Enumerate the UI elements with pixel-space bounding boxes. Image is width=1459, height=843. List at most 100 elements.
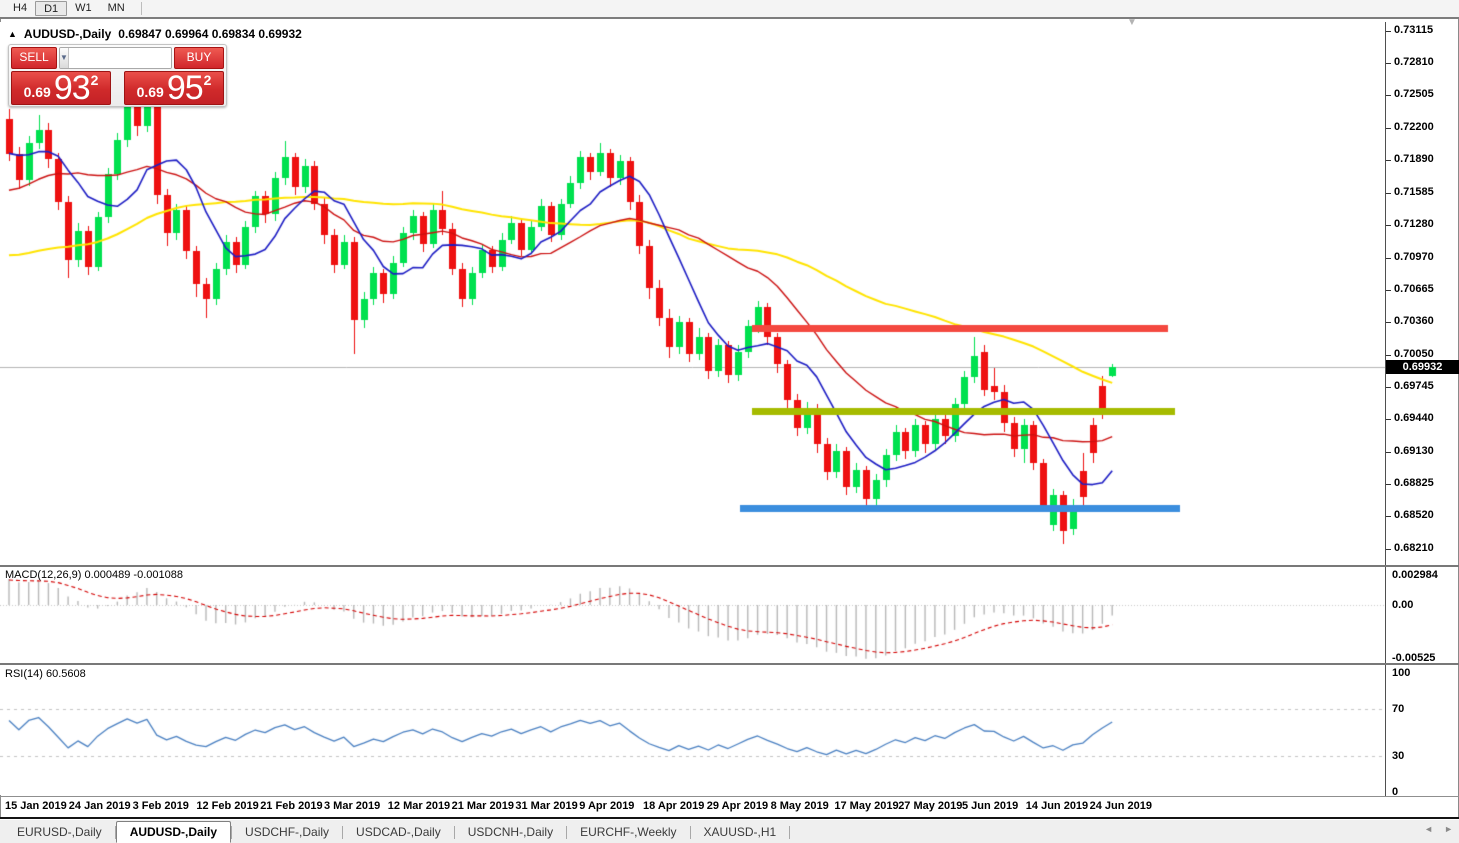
date-tick-label: 8 May 2019 bbox=[770, 800, 829, 812]
collapse-triangle-icon[interactable]: ▲ bbox=[8, 29, 17, 39]
volume-input[interactable] bbox=[68, 48, 171, 68]
rsi-indicator-area[interactable] bbox=[0, 665, 1385, 795]
buy-price-big: 95 bbox=[166, 69, 204, 107]
tab-scroll-arrows: ◄ ► bbox=[1424, 824, 1453, 834]
price-tick-mark bbox=[1386, 484, 1391, 486]
date-tick-label: 5 Jun 2019 bbox=[962, 800, 1019, 812]
timeframe-button-d1[interactable]: D1 bbox=[35, 1, 68, 16]
current-price-tag: 0.69932 bbox=[1386, 360, 1459, 375]
timeframe-button-h4[interactable]: H4 bbox=[5, 1, 35, 16]
date-tick-label: 3 Mar 2019 bbox=[324, 800, 381, 812]
date-tick-label: 27 May 2019 bbox=[898, 800, 963, 812]
scroll-to-end-icon[interactable]: ▼ bbox=[1127, 17, 1137, 28]
date-tick-label: 29 Apr 2019 bbox=[706, 800, 769, 812]
rsi-tick-label: 0 bbox=[1392, 786, 1399, 798]
macd-label: MACD(12,26,9) 0.000489 -0.001088 bbox=[5, 569, 183, 581]
chart-ohlc-values: 0.69847 0.69964 0.69834 0.69932 bbox=[118, 27, 302, 41]
sell-price-pip: 2 bbox=[90, 72, 99, 88]
price-tick-label: 0.72200 bbox=[1394, 120, 1434, 133]
price-tick-label: 0.68520 bbox=[1394, 509, 1434, 522]
macd-indicator-area[interactable] bbox=[0, 567, 1385, 663]
buy-button[interactable]: BUY bbox=[174, 47, 224, 69]
sell-price-prefix: 0.69 bbox=[23, 84, 51, 100]
date-tick-label: 21 Mar 2019 bbox=[451, 800, 514, 812]
timeframe-button-mn[interactable]: MN bbox=[100, 1, 133, 16]
price-tick-label: 0.71890 bbox=[1394, 153, 1434, 166]
one-click-trading-panel: SELL ▼ ▲ BUY 0.69 93 2 0.69 95 2 bbox=[8, 44, 227, 107]
chart-tab-audusd[interactable]: AUDUSD-,Daily bbox=[115, 821, 232, 843]
date-tick-label: 24 Jun 2019 bbox=[1089, 800, 1152, 812]
price-tick-mark bbox=[1386, 257, 1391, 259]
price-tick-mark bbox=[1386, 451, 1391, 453]
rsi-tick-label: 100 bbox=[1392, 667, 1411, 679]
timeframe-button-w1[interactable]: W1 bbox=[67, 1, 100, 16]
price-tick-mark bbox=[1386, 419, 1391, 421]
date-tick-label: 3 Feb 2019 bbox=[132, 800, 189, 812]
buy-price-prefix: 0.69 bbox=[136, 84, 164, 100]
timeframe-toolbar: H4 D1 W1 MN bbox=[0, 0, 1459, 17]
pane-separator-timescale bbox=[0, 796, 1459, 797]
price-tick-mark bbox=[1386, 127, 1391, 129]
date-tick-label: 9 Apr 2019 bbox=[579, 800, 635, 812]
price-tick-label: 0.70665 bbox=[1394, 282, 1434, 295]
price-tick-label: 0.73115 bbox=[1394, 24, 1434, 36]
price-tick-label: 0.71585 bbox=[1394, 185, 1434, 198]
price-tick-label: 0.68210 bbox=[1394, 542, 1434, 554]
price-tick-label: 0.70360 bbox=[1394, 314, 1434, 327]
pane-separator-macd[interactable] bbox=[0, 565, 1459, 567]
price-tick-mark bbox=[1386, 516, 1391, 518]
chart-tab-usdchf[interactable]: USDCHF-,Daily bbox=[232, 822, 342, 843]
buy-price-pip: 2 bbox=[203, 72, 212, 88]
tab-scroll-right-icon[interactable]: ► bbox=[1444, 824, 1453, 834]
macd-tick-label: -0.00525 bbox=[1392, 652, 1436, 664]
chart-tab-eurusd[interactable]: EURUSD-,Daily bbox=[4, 822, 115, 843]
price-tick-label: 0.72505 bbox=[1394, 88, 1434, 101]
price-tick-label: 0.68825 bbox=[1394, 477, 1434, 490]
macd-tick-label: 0.00 bbox=[1392, 599, 1414, 612]
chart-symbol-label: AUDUSD-,Daily bbox=[23, 27, 112, 41]
date-tick-label: 12 Feb 2019 bbox=[196, 800, 259, 812]
price-tick-mark bbox=[1386, 549, 1391, 550]
price-tick-mark bbox=[1386, 31, 1391, 32]
date-tick-label: 24 Jan 2019 bbox=[68, 800, 131, 812]
toolbar-divider bbox=[140, 2, 142, 15]
rsi-tick-label: 70 bbox=[1392, 702, 1405, 715]
pane-separator-rsi[interactable] bbox=[0, 663, 1459, 665]
chart-tab-bar: EURUSD-,Daily AUDUSD-,Daily USDCHF-,Daily U… bbox=[0, 819, 1459, 843]
chart-tab-eurchf[interactable]: EURCHF-,Weekly bbox=[567, 822, 689, 843]
tab-scroll-left-icon[interactable]: ◄ bbox=[1424, 824, 1433, 834]
date-tick-label: 14 Jun 2019 bbox=[1025, 800, 1089, 812]
date-tick-label: 17 May 2019 bbox=[834, 800, 899, 812]
price-tick-label: 0.69440 bbox=[1394, 412, 1434, 425]
volume-stepper: ▼ ▲ bbox=[59, 47, 172, 69]
date-tick-label: 31 Mar 2019 bbox=[515, 800, 578, 812]
price-tick-mark bbox=[1386, 224, 1391, 226]
price-tick-mark bbox=[1386, 95, 1391, 97]
price-tick-mark bbox=[1386, 354, 1391, 356]
sell-price-tile[interactable]: 0.69 93 2 bbox=[11, 71, 111, 105]
date-tick-label: 12 Mar 2019 bbox=[387, 800, 451, 812]
date-tick-label: 18 Apr 2019 bbox=[643, 800, 705, 812]
date-tick-label: 15 Jan 2019 bbox=[5, 800, 67, 812]
price-tick-label: 0.71280 bbox=[1394, 217, 1434, 230]
price-tick-label: 0.72810 bbox=[1394, 56, 1434, 69]
price-tick-mark bbox=[1386, 321, 1391, 323]
price-tick-label: 0.69745 bbox=[1394, 379, 1434, 392]
chart-tab-xauusd[interactable]: XAUUSD-,H1 bbox=[691, 822, 790, 843]
price-tick-label: 0.70050 bbox=[1394, 347, 1434, 360]
volume-decrease-icon[interactable]: ▼ bbox=[60, 48, 69, 68]
price-tick-mark bbox=[1386, 160, 1391, 162]
price-tick-label: 0.69130 bbox=[1394, 444, 1434, 457]
window-frame-top bbox=[0, 17, 1459, 19]
price-tick-mark bbox=[1386, 386, 1391, 388]
rsi-tick-label: 30 bbox=[1392, 750, 1405, 763]
buy-price-tile[interactable]: 0.69 95 2 bbox=[124, 71, 224, 105]
price-tick-mark bbox=[1386, 63, 1391, 65]
chart-tab-usdcad[interactable]: USDCAD-,Daily bbox=[343, 822, 454, 843]
chart-title: ▲ AUDUSD-,Daily 0.69847 0.69964 0.69834 … bbox=[8, 27, 302, 41]
sell-button[interactable]: SELL bbox=[11, 47, 57, 69]
macd-tick-label: 0.002984 bbox=[1392, 569, 1438, 581]
price-scale-separator bbox=[1385, 22, 1386, 797]
price-tick-mark bbox=[1386, 192, 1391, 194]
chart-tab-usdcnh[interactable]: USDCNH-,Daily bbox=[455, 822, 566, 843]
